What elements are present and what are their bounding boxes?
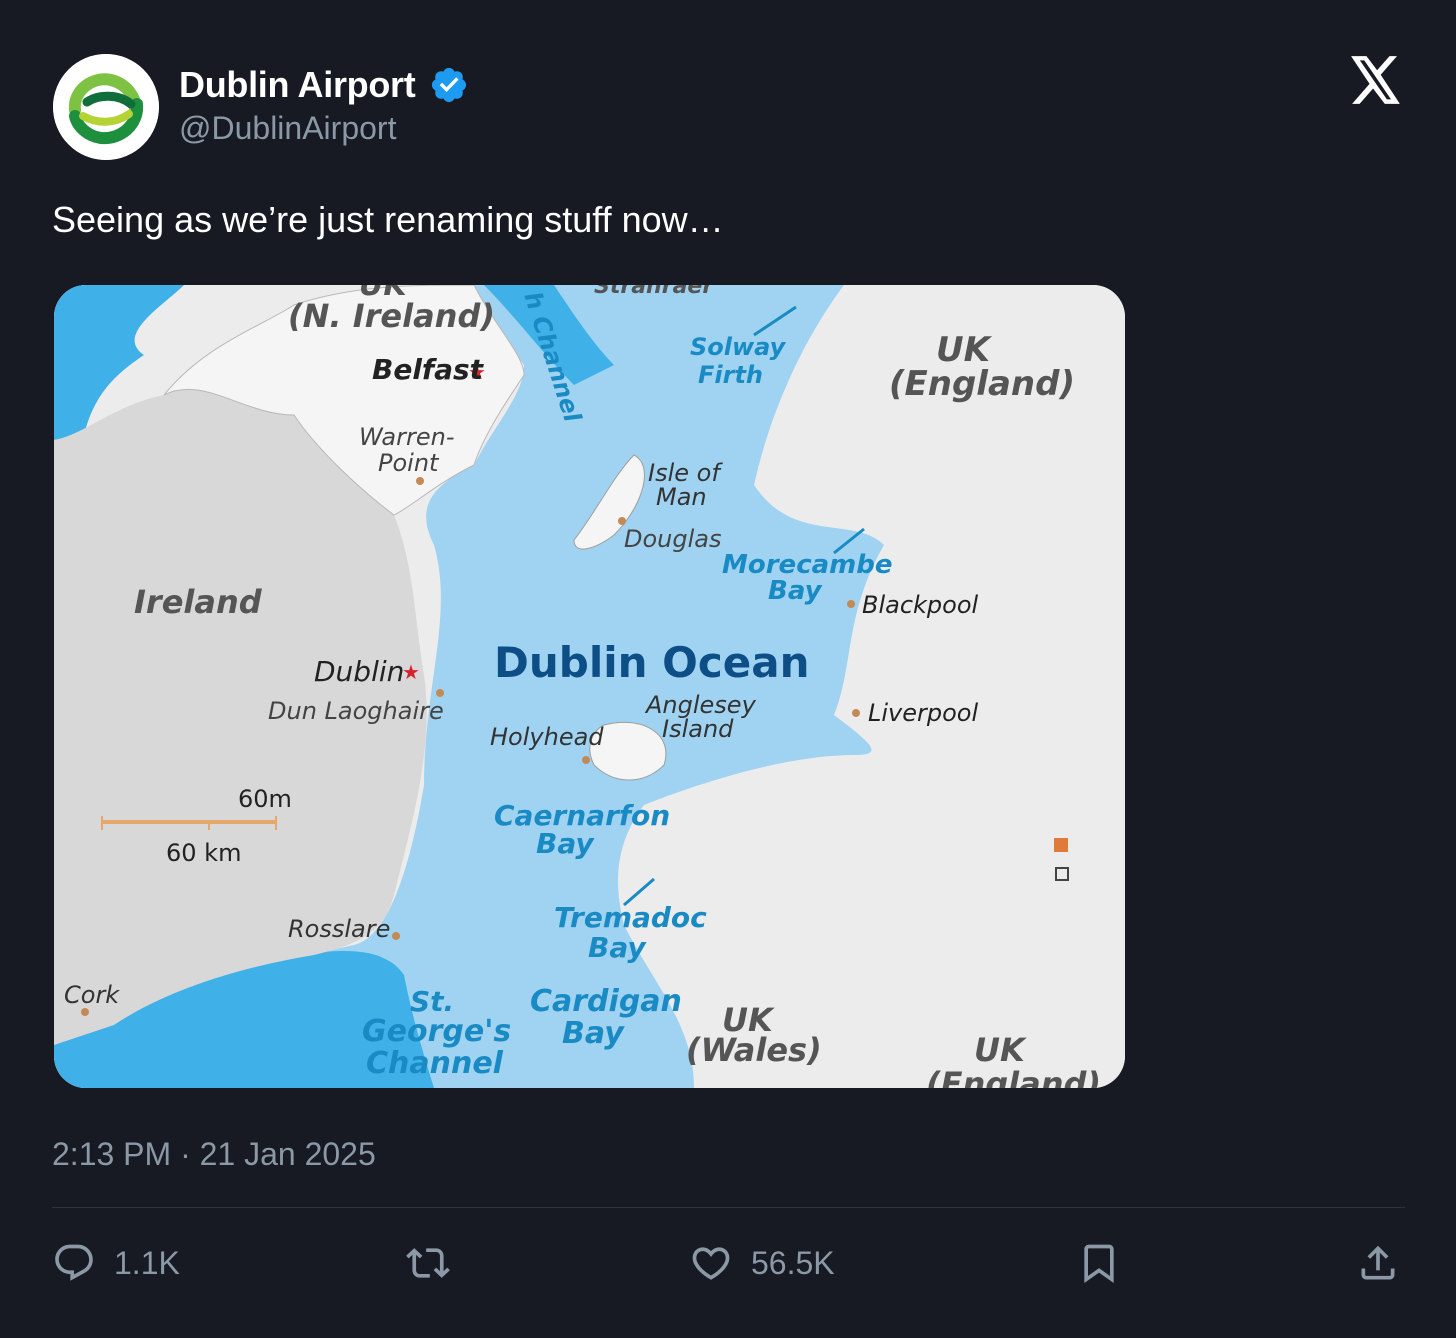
avatar-logo <box>53 54 159 160</box>
svg-text:60 km: 60 km <box>166 839 241 867</box>
svg-text:UK: UK <box>974 1031 1027 1069</box>
svg-text:★: ★ <box>402 662 420 684</box>
author-name-row[interactable]: Dublin Airport <box>179 64 469 106</box>
svg-text:Belfast: Belfast <box>372 353 485 386</box>
svg-text:Bay: Bay <box>768 576 823 606</box>
svg-text:Stranraer: Stranraer <box>594 285 714 299</box>
svg-text:(England): (England) <box>926 1065 1101 1088</box>
svg-text:Holyhead: Holyhead <box>490 723 604 751</box>
svg-text:Man: Man <box>656 483 707 511</box>
svg-text:Point: Point <box>378 449 440 477</box>
svg-text:Bay: Bay <box>588 931 647 964</box>
author-handle[interactable]: @DublinAirport <box>179 110 396 147</box>
svg-text:Solway: Solway <box>690 333 787 361</box>
retweet-icon <box>406 1248 450 1278</box>
svg-text:Warren-: Warren- <box>359 423 455 451</box>
svg-text:Dublin Ocean: Dublin Ocean <box>494 638 809 687</box>
tweet-text: Seeing as we’re just renaming stuff now… <box>52 199 724 240</box>
svg-text:Island: Island <box>662 715 734 743</box>
svg-text:Liverpool: Liverpool <box>868 699 978 727</box>
reply-count: 1.1K <box>114 1244 180 1281</box>
reply-button[interactable]: 1.1K <box>52 1238 180 1288</box>
svg-text:Channel: Channel <box>366 1046 504 1081</box>
svg-text:(N. Ireland): (N. Ireland) <box>288 297 495 335</box>
svg-text:Rosslare: Rosslare <box>288 915 390 943</box>
tweet-media-map[interactable]: ★ ★ UK (N. Ireland) Stranraer Belfast Wa… <box>54 285 1125 1088</box>
share-button[interactable] <box>1356 1238 1400 1288</box>
avatar[interactable] <box>53 54 159 160</box>
x-logo-icon[interactable] <box>1350 56 1402 104</box>
svg-text:60m: 60m <box>238 785 292 813</box>
svg-text:Cork: Cork <box>64 981 120 1009</box>
svg-text:Cardigan: Cardigan <box>530 984 682 1019</box>
tweet-timestamp[interactable]: 2:13 PM · 21 Jan 2025 <box>52 1136 376 1173</box>
svg-text:Douglas: Douglas <box>624 525 722 553</box>
reply-icon <box>55 1244 93 1281</box>
verified-badge-icon <box>432 67 467 103</box>
svg-text:George's: George's <box>362 1014 511 1049</box>
divider <box>52 1207 1405 1208</box>
svg-text:Bay: Bay <box>562 1016 625 1051</box>
svg-text:Bay: Bay <box>536 827 595 860</box>
svg-text:(Wales): (Wales) <box>686 1031 822 1069</box>
author-display-name[interactable]: Dublin Airport <box>179 64 416 106</box>
svg-text:Dun Laoghaire: Dun Laoghaire <box>268 697 444 725</box>
bookmark-icon <box>1084 1244 1114 1284</box>
like-icon <box>692 1247 730 1280</box>
svg-text:Firth: Firth <box>698 361 763 389</box>
map-image: ★ ★ UK (N. Ireland) Stranraer Belfast Wa… <box>54 285 1125 1088</box>
svg-text:(England): (England) <box>889 364 1075 404</box>
like-count: 56.5K <box>751 1244 835 1281</box>
svg-text:Blackpool: Blackpool <box>862 591 979 619</box>
svg-text:Dublin: Dublin <box>314 655 404 688</box>
share-icon <box>1361 1245 1395 1280</box>
svg-text:Tremadoc: Tremadoc <box>554 901 707 934</box>
like-button[interactable]: 56.5K <box>689 1238 835 1288</box>
retweet-button[interactable] <box>406 1238 450 1288</box>
svg-text:Ireland: Ireland <box>134 583 263 621</box>
bookmark-button[interactable] <box>1077 1238 1121 1288</box>
